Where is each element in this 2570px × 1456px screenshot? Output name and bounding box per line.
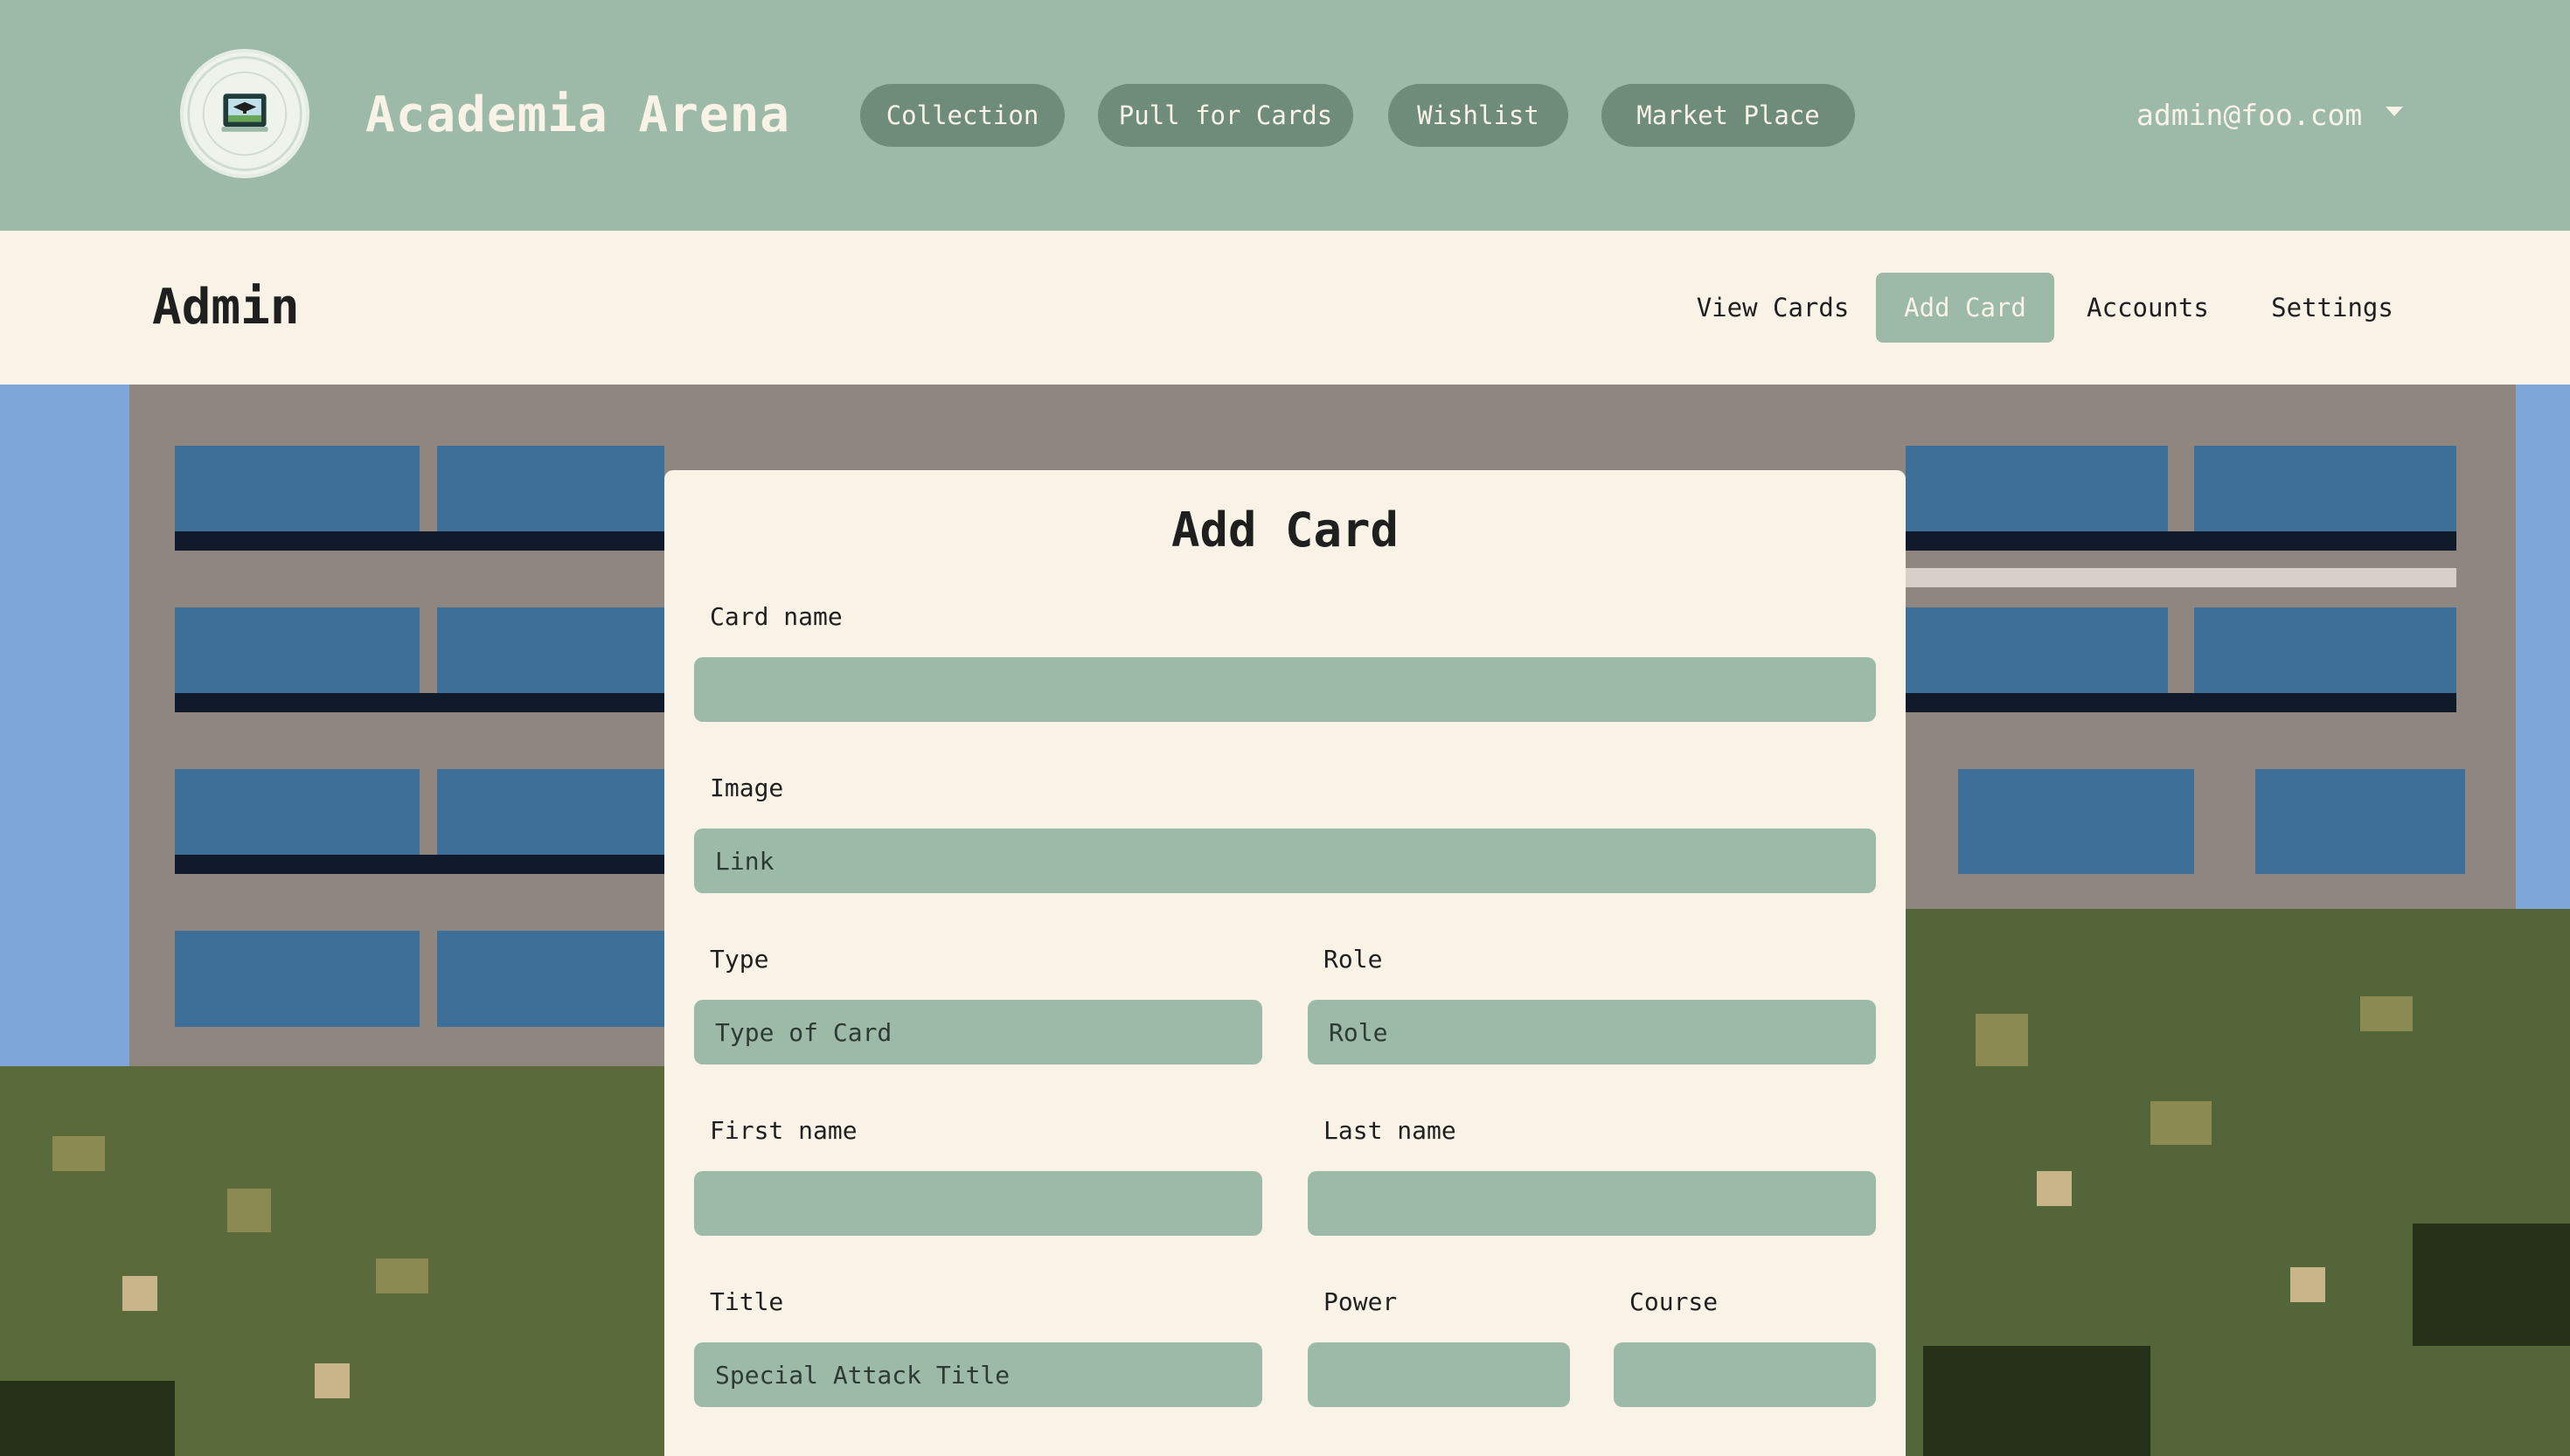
course-input[interactable] [1614, 1342, 1876, 1407]
tab-view-cards[interactable]: View Cards [1685, 273, 1860, 343]
page-title: Admin [152, 279, 300, 336]
tab-add-card[interactable]: Add Card [1876, 273, 2054, 343]
nav-market-place-button[interactable]: Market Place [1601, 84, 1855, 147]
user-menu[interactable]: admin@foo.com [2136, 91, 2362, 140]
role-label: Role [1323, 945, 1383, 974]
form-heading: Add Card [1170, 503, 1400, 558]
card-name-input[interactable] [694, 657, 1876, 722]
top-navbar: Academia Arena Collection Pull for Cards… [0, 0, 2570, 231]
first-name-label: First name [710, 1116, 858, 1145]
nav-collection-button[interactable]: Collection [860, 84, 1065, 147]
title-input[interactable] [694, 1342, 1262, 1407]
power-label: Power [1323, 1287, 1398, 1316]
caret-down-icon[interactable] [2386, 107, 2403, 116]
image-label: Image [710, 773, 784, 802]
type-label: Type [710, 945, 769, 974]
nav-pull-for-cards-button[interactable]: Pull for Cards [1098, 84, 1353, 147]
power-input[interactable] [1308, 1342, 1570, 1407]
image-link-input[interactable] [694, 829, 1876, 893]
card-name-label: Card name [710, 602, 843, 631]
academia-arena-logo-icon[interactable] [180, 49, 309, 178]
last-name-label: Last name [1323, 1116, 1456, 1145]
brand-title[interactable]: Academia Arena [365, 87, 790, 143]
course-label: Course [1629, 1287, 1719, 1316]
role-input[interactable] [1308, 1000, 1876, 1064]
last-name-input[interactable] [1308, 1171, 1876, 1236]
tab-accounts[interactable]: Accounts [2072, 273, 2224, 343]
first-name-input[interactable] [694, 1171, 1262, 1236]
title-label: Title [710, 1287, 784, 1316]
add-card-form-panel [664, 470, 1906, 1456]
tab-settings[interactable]: Settings [2248, 273, 2416, 343]
type-input[interactable] [694, 1000, 1262, 1064]
nav-wishlist-button[interactable]: Wishlist [1388, 84, 1568, 147]
